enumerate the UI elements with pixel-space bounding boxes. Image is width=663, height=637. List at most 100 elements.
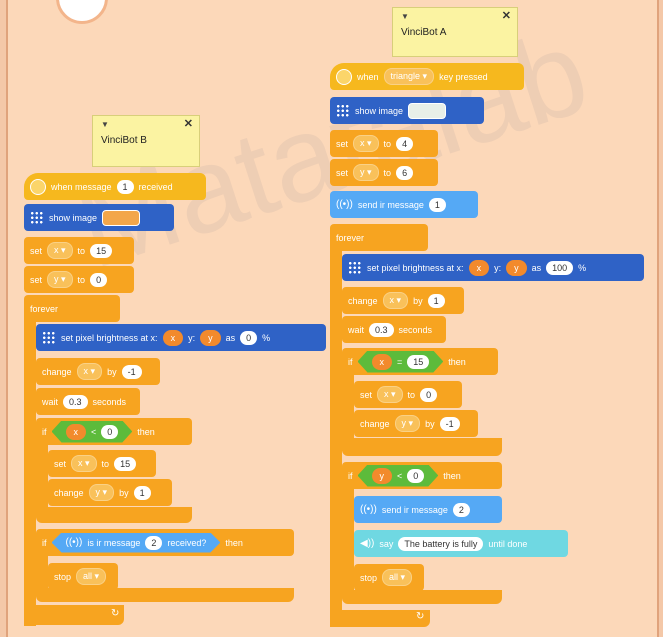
- block-label: by: [425, 418, 435, 429]
- variable-dropdown[interactable]: x ▾: [71, 455, 97, 472]
- code-canvas[interactable]: Matatalab ▼✕ VinciBot B ▼✕ VinciBot A wh…: [6, 0, 659, 637]
- message-input[interactable]: 2: [452, 502, 470, 517]
- stop-option-dropdown[interactable]: all ▾: [76, 568, 107, 585]
- block-label: set pixel brightness at x:: [61, 332, 158, 343]
- less-than-operator[interactable]: x < 0: [52, 421, 133, 443]
- image-picker[interactable]: [408, 102, 447, 119]
- block-label: by: [107, 366, 117, 377]
- comment-note-a[interactable]: ▼ ✕ VinciBot A: [392, 7, 518, 57]
- variable-dropdown[interactable]: x ▾: [382, 292, 409, 309]
- block-label: set pixel brightness at x:: [367, 262, 464, 273]
- close-icon[interactable]: ✕: [184, 117, 193, 130]
- block-label: seconds: [92, 396, 127, 407]
- close-icon[interactable]: ✕: [502, 9, 511, 22]
- say-until-done-block[interactable]: ◀)) say The battery is fully until done: [354, 530, 568, 557]
- show-image-block[interactable]: show image: [24, 204, 174, 231]
- x-reporter[interactable]: x: [66, 424, 87, 440]
- brightness-input[interactable]: 100: [546, 260, 574, 275]
- variable-dropdown[interactable]: x ▾: [76, 363, 103, 380]
- value-input[interactable]: 15: [114, 456, 137, 471]
- value-input[interactable]: -1: [439, 416, 460, 431]
- variable-dropdown[interactable]: y ▾: [88, 484, 115, 501]
- when-message-received-block[interactable]: when message 1 received: [24, 173, 206, 200]
- message-input[interactable]: 1: [116, 179, 134, 194]
- block-label: wait: [348, 324, 365, 335]
- block-label: by: [119, 487, 129, 498]
- change-variable-block[interactable]: change y ▾ by -1: [354, 410, 478, 437]
- message-input[interactable]: 1: [428, 197, 446, 212]
- set-variable-block[interactable]: set x ▾ to 15: [24, 237, 134, 264]
- forever-block[interactable]: forever: [24, 295, 120, 322]
- set-variable-block[interactable]: set x ▾ to 15: [48, 450, 156, 477]
- key-dropdown[interactable]: triangle ▾: [383, 68, 435, 85]
- send-ir-message-block[interactable]: ((•)) send ir message 1: [330, 191, 478, 218]
- x-reporter[interactable]: x: [468, 259, 490, 276]
- collapse-icon[interactable]: ▼: [401, 12, 409, 21]
- block-label: when message: [51, 181, 112, 192]
- seconds-input[interactable]: 0.3: [63, 394, 88, 409]
- x-reporter[interactable]: x: [162, 329, 184, 346]
- y-reporter[interactable]: y: [200, 329, 221, 346]
- block-label: %: [578, 262, 587, 273]
- say-text-input[interactable]: The battery is fully: [398, 536, 484, 551]
- is-ir-message-received-sensor[interactable]: ((•)) is ir message 2 received?: [52, 533, 221, 553]
- set-variable-block[interactable]: set x ▾ to 4: [330, 130, 438, 157]
- seconds-input[interactable]: 0.3: [369, 322, 394, 337]
- value-input[interactable]: 15: [90, 243, 113, 258]
- value-input[interactable]: 15: [407, 355, 429, 369]
- value-input[interactable]: 1: [133, 485, 151, 500]
- brightness-input[interactable]: 0: [240, 330, 258, 345]
- show-image-block[interactable]: show image: [330, 97, 484, 124]
- less-than-operator[interactable]: y < 0: [358, 465, 439, 487]
- y-reporter[interactable]: y: [372, 468, 393, 484]
- set-variable-block[interactable]: set y ▾ to 6: [330, 159, 438, 186]
- collapse-icon[interactable]: ▼: [101, 120, 109, 129]
- comment-note-b[interactable]: ▼ ✕ VinciBot B: [92, 115, 200, 167]
- matrix-icon: [336, 103, 350, 118]
- variable-dropdown[interactable]: x ▾: [377, 386, 403, 403]
- value-input[interactable]: 0: [407, 469, 424, 483]
- block-label: then: [448, 356, 466, 367]
- if-then-block[interactable]: if y < 0 then: [342, 462, 502, 489]
- if-then-block[interactable]: if x < 0 then: [36, 418, 192, 445]
- value-input[interactable]: 0: [420, 387, 438, 402]
- wait-block[interactable]: wait 0.3 seconds: [36, 388, 140, 415]
- change-variable-block[interactable]: change x ▾ by 1: [342, 287, 464, 314]
- set-pixel-brightness-block[interactable]: set pixel brightness at x: x y: y as 100…: [342, 254, 644, 281]
- equals-operator[interactable]: x = 15: [358, 351, 444, 373]
- forever-block[interactable]: forever: [330, 224, 428, 251]
- block-label: until done: [488, 538, 528, 549]
- block-label: change: [54, 487, 84, 498]
- x-reporter[interactable]: x: [372, 354, 393, 370]
- image-picker[interactable]: [102, 209, 141, 226]
- value-input[interactable]: 6: [396, 165, 414, 180]
- value-input[interactable]: 0: [90, 272, 108, 287]
- if-then-block[interactable]: if ((•)) is ir message 2 received? then: [36, 529, 294, 556]
- value-input[interactable]: -1: [121, 364, 142, 379]
- wait-block[interactable]: wait 0.3 seconds: [342, 316, 446, 343]
- stop-option-dropdown[interactable]: all ▾: [382, 569, 413, 586]
- variable-dropdown[interactable]: x ▾: [353, 135, 379, 152]
- value-input[interactable]: 4: [396, 136, 414, 151]
- change-variable-block[interactable]: change x ▾ by -1: [36, 358, 160, 385]
- value-input[interactable]: 0: [101, 425, 118, 439]
- stop-block[interactable]: stop all ▾: [354, 564, 424, 591]
- change-variable-block[interactable]: change y ▾ by 1: [48, 479, 172, 506]
- block-label: when: [357, 71, 379, 82]
- set-variable-block[interactable]: set x ▾ to 0: [354, 381, 462, 408]
- variable-dropdown[interactable]: y ▾: [47, 271, 73, 288]
- category-circle[interactable]: [56, 0, 108, 24]
- set-pixel-brightness-block[interactable]: set pixel brightness at x: x y: y as 0 %: [36, 324, 326, 351]
- y-reporter[interactable]: y: [506, 259, 527, 276]
- send-ir-message-block[interactable]: ((•)) send ir message 2: [354, 496, 502, 523]
- variable-dropdown[interactable]: x ▾: [47, 242, 73, 259]
- variable-dropdown[interactable]: y ▾: [353, 164, 379, 181]
- stop-block[interactable]: stop all ▾: [48, 563, 118, 590]
- value-input[interactable]: 1: [427, 293, 445, 308]
- variable-dropdown[interactable]: y ▾: [394, 415, 421, 432]
- block-label: if: [42, 426, 47, 437]
- message-input[interactable]: 2: [145, 536, 162, 550]
- set-variable-block[interactable]: set y ▾ to 0: [24, 266, 134, 293]
- if-then-block[interactable]: if x = 15 then: [342, 348, 498, 375]
- when-key-pressed-block[interactable]: when triangle ▾ key pressed: [330, 63, 524, 90]
